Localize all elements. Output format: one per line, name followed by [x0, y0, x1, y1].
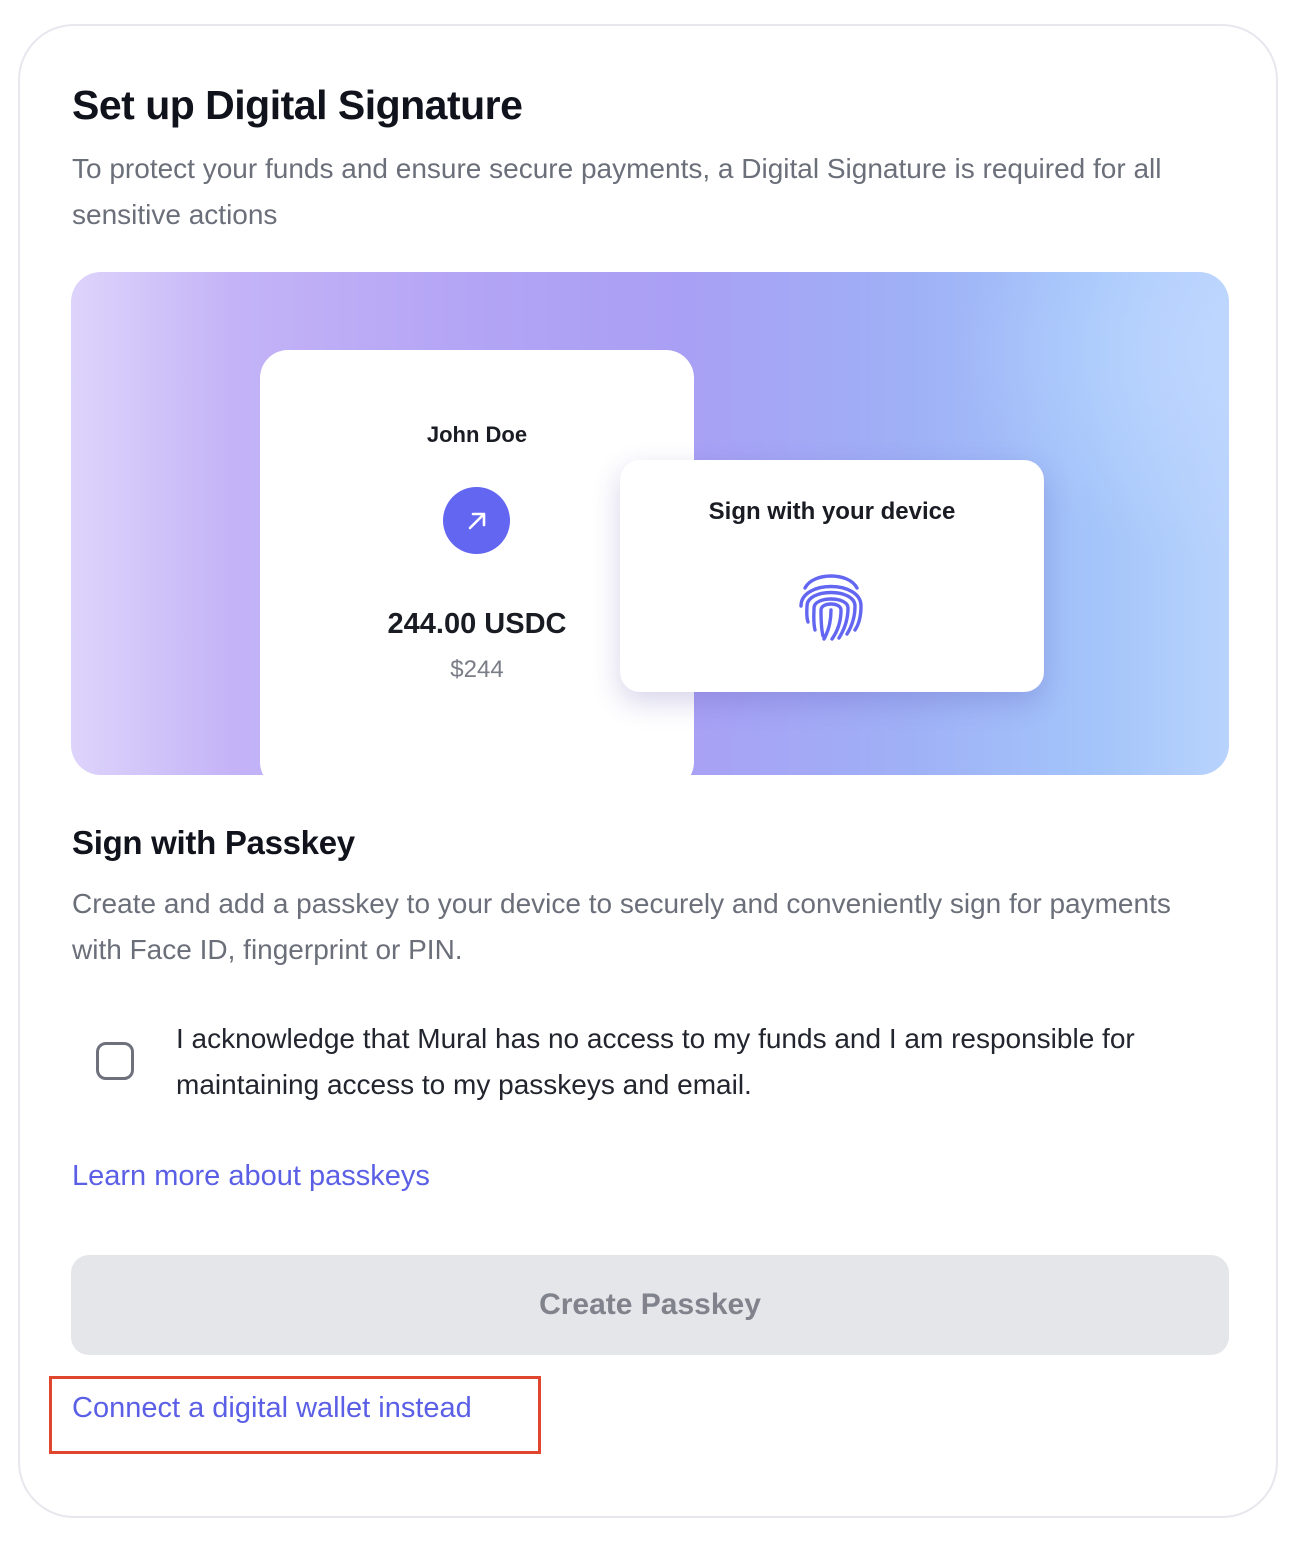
page-subtitle: To protect your funds and ensure secure … — [72, 153, 1162, 230]
passkey-description: Create and add a passkey to your device … — [72, 888, 1171, 965]
passkey-section-title: Sign with Passkey — [72, 824, 355, 861]
create-passkey-button[interactable]: Create Passkey — [71, 1255, 1229, 1355]
hero-illustration: John Doe 244.00 USDC $244 Sign with your… — [71, 272, 1229, 775]
acknowledgement-row[interactable]: I acknowledge that Mural has no access t… — [72, 1016, 1232, 1116]
setup-signature-card: Set up Digital Signature To protect your… — [18, 24, 1278, 1518]
connect-wallet-link[interactable]: Connect a digital wallet instead — [72, 1392, 472, 1425]
payee-name: John Doe — [426, 422, 528, 447]
page-title: Set up Digital Signature — [72, 82, 523, 128]
fingerprint-icon — [799, 574, 863, 641]
acknowledgement-text: I acknowledge that Mural has no access t… — [176, 1023, 1135, 1100]
acknowledgement-checkbox[interactable] — [96, 1042, 134, 1080]
learn-more-link[interactable]: Learn more about passkeys — [72, 1160, 430, 1193]
arrow-up-right-icon — [443, 487, 510, 554]
sign-device-title: Sign with your device — [708, 498, 956, 525]
sign-device-card: Sign with your device — [620, 460, 1044, 692]
